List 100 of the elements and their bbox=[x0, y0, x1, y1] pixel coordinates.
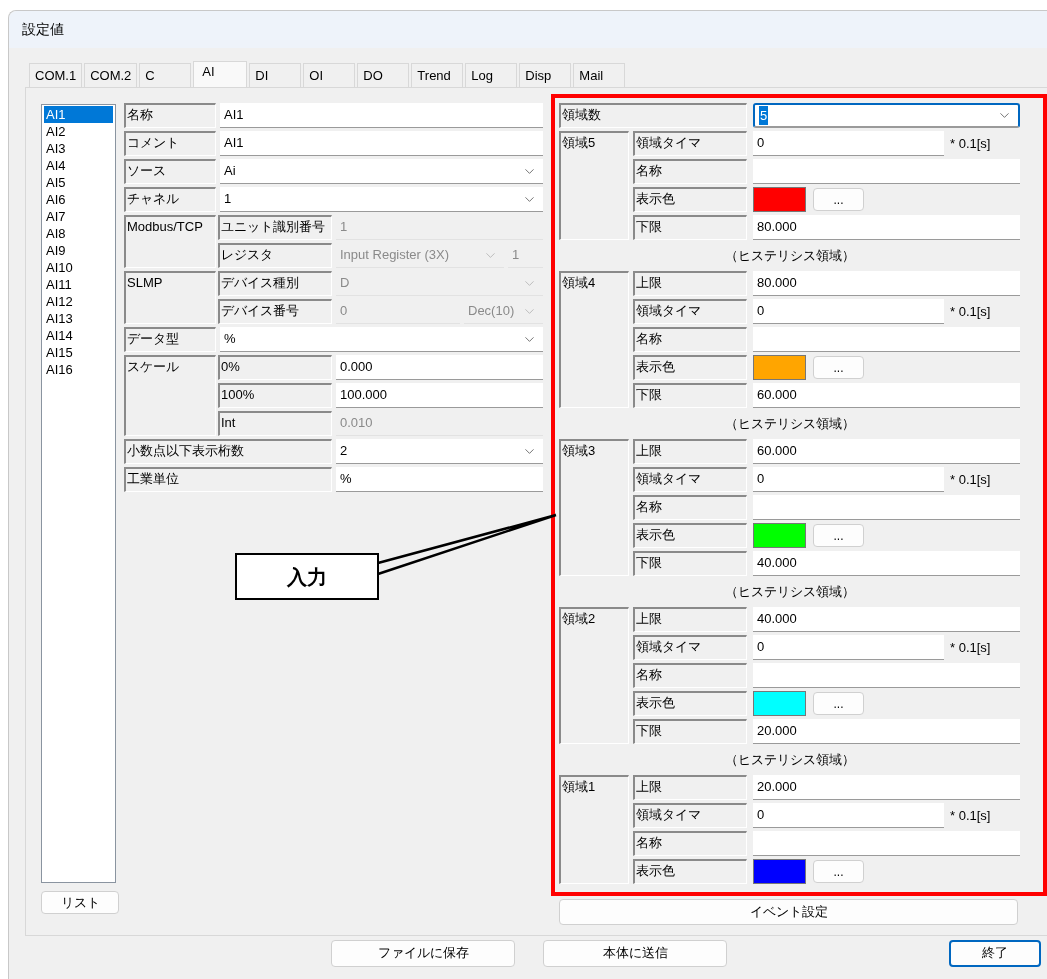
tab[interactable]: DO bbox=[357, 63, 410, 87]
input-field[interactable]: 0 bbox=[753, 467, 944, 492]
event-settings-button[interactable]: イベント設定 bbox=[559, 899, 1018, 925]
field-label: 上限 bbox=[633, 607, 747, 632]
input-field[interactable]: 20.000 bbox=[753, 775, 1020, 800]
input-field[interactable]: AI1 bbox=[220, 103, 543, 128]
input-field[interactable]: 80.000 bbox=[753, 215, 1020, 240]
field-label: 下限 bbox=[633, 551, 747, 576]
list-item[interactable]: AI15 bbox=[44, 344, 113, 361]
input-field[interactable]: 40.000 bbox=[753, 607, 1020, 632]
input-field[interactable] bbox=[753, 831, 1020, 856]
field-label: 下限 bbox=[633, 215, 747, 240]
dialog-button[interactable]: 終了 bbox=[949, 939, 1041, 967]
tab[interactable]: DI bbox=[249, 63, 302, 87]
list-button[interactable]: リスト bbox=[41, 891, 119, 914]
tab[interactable]: Disp bbox=[519, 63, 572, 87]
input-field[interactable] bbox=[753, 327, 1020, 352]
group-label: スケール bbox=[124, 355, 216, 436]
input-field[interactable]: 80.000 bbox=[753, 271, 1020, 296]
tab[interactable]: AI bbox=[193, 61, 248, 87]
dropdown-field[interactable]: Ai bbox=[220, 159, 543, 184]
color-picker-button[interactable]: ... bbox=[813, 188, 864, 211]
input-field[interactable]: 0 bbox=[753, 635, 944, 660]
list-item[interactable]: AI7 bbox=[44, 208, 113, 225]
field-label: 名称 bbox=[633, 159, 747, 184]
zone-label: 領域4 bbox=[559, 271, 629, 408]
input-field[interactable] bbox=[753, 663, 1020, 688]
tab[interactable]: COM.1 bbox=[29, 63, 83, 87]
list-item[interactable]: AI14 bbox=[44, 327, 113, 344]
tab[interactable]: Log bbox=[465, 63, 518, 87]
field-label: 表示色 bbox=[633, 523, 747, 548]
list-item[interactable]: AI1 bbox=[44, 106, 113, 123]
field-label: 領域タイマ bbox=[633, 131, 747, 156]
list-item[interactable]: AI2 bbox=[44, 123, 113, 140]
dialog-button[interactable]: 本体に送信 bbox=[543, 939, 727, 967]
input-field[interactable]: 0 bbox=[753, 131, 944, 156]
field-label: 名称 bbox=[633, 327, 747, 352]
input-field[interactable]: 0 bbox=[753, 299, 944, 324]
hysteresis-note: （ヒステリシス領域） bbox=[724, 414, 855, 433]
list-item[interactable]: AI8 bbox=[44, 225, 113, 242]
callout-label: 入力 bbox=[235, 553, 379, 600]
hysteresis-note: （ヒステリシス領域） bbox=[724, 246, 855, 265]
input-field[interactable]: 100.000 bbox=[336, 383, 543, 408]
field-label: 領域タイマ bbox=[633, 803, 747, 828]
color-picker-button[interactable]: ... bbox=[813, 356, 864, 379]
field-label: 0% bbox=[218, 355, 332, 380]
zone-label: 領域2 bbox=[559, 607, 629, 744]
input-field[interactable] bbox=[753, 495, 1020, 520]
field-label: デバイス番号 bbox=[218, 299, 332, 324]
list-item[interactable]: AI3 bbox=[44, 140, 113, 157]
list-item[interactable]: AI13 bbox=[44, 310, 113, 327]
field-label: 工業単位 bbox=[124, 467, 332, 492]
field-label: チャネル bbox=[124, 187, 216, 212]
field-label: 領域タイマ bbox=[633, 635, 747, 660]
input-field[interactable]: 60.000 bbox=[753, 383, 1020, 408]
field-label: 名称 bbox=[124, 103, 216, 128]
list-item[interactable]: AI9 bbox=[44, 242, 113, 259]
input-field[interactable]: 40.000 bbox=[753, 551, 1020, 576]
list-item[interactable]: AI12 bbox=[44, 293, 113, 310]
tab[interactable]: Mail bbox=[573, 63, 626, 87]
list-item[interactable]: AI16 bbox=[44, 361, 113, 378]
list-item[interactable]: AI5 bbox=[44, 174, 113, 191]
unit-label: * 0.1[s] bbox=[950, 302, 991, 321]
field-label: 表示色 bbox=[633, 355, 747, 380]
color-picker-button[interactable]: ... bbox=[813, 860, 864, 883]
dropdown-field[interactable]: % bbox=[220, 327, 543, 352]
dropdown-field[interactable]: 5 bbox=[753, 103, 1020, 128]
field-label: 100% bbox=[218, 383, 332, 408]
field-label: Int bbox=[218, 411, 332, 436]
input-field[interactable]: AI1 bbox=[220, 131, 543, 156]
list-item[interactable]: AI4 bbox=[44, 157, 113, 174]
tab[interactable]: C bbox=[139, 63, 192, 87]
input-field[interactable]: 20.000 bbox=[753, 719, 1020, 744]
tab[interactable]: Trend bbox=[411, 63, 464, 87]
tab[interactable]: COM.2 bbox=[84, 63, 138, 87]
list-item[interactable]: AI10 bbox=[44, 259, 113, 276]
field-label: 名称 bbox=[633, 831, 747, 856]
input-field[interactable]: % bbox=[336, 467, 543, 492]
list-item[interactable]: AI6 bbox=[44, 191, 113, 208]
unit-label: * 0.1[s] bbox=[950, 638, 991, 657]
field-label: デバイス種別 bbox=[218, 271, 332, 296]
field-label: 領域数 bbox=[559, 103, 747, 128]
input-field[interactable]: 0.000 bbox=[336, 355, 543, 380]
input-field[interactable]: 0 bbox=[753, 803, 944, 828]
zone-label: 領域5 bbox=[559, 131, 629, 240]
field-label: 下限 bbox=[633, 383, 747, 408]
field-label: ユニット識別番号 bbox=[218, 215, 332, 240]
color-picker-button[interactable]: ... bbox=[813, 524, 864, 547]
color-picker-button[interactable]: ... bbox=[813, 692, 864, 715]
tab[interactable]: OI bbox=[303, 63, 356, 87]
list-item[interactable]: AI11 bbox=[44, 276, 113, 293]
field-label: 名称 bbox=[633, 663, 747, 688]
input-field[interactable]: 60.000 bbox=[753, 439, 1020, 464]
zone-label: 領域3 bbox=[559, 439, 629, 576]
input-field[interactable] bbox=[753, 159, 1020, 184]
dropdown-field[interactable]: 1 bbox=[220, 187, 543, 212]
field-label: データ型 bbox=[124, 327, 216, 352]
hysteresis-note: （ヒステリシス領域） bbox=[724, 750, 855, 769]
dropdown-field[interactable]: 2 bbox=[336, 439, 543, 464]
dialog-button[interactable]: ファイルに保存 bbox=[331, 939, 515, 967]
